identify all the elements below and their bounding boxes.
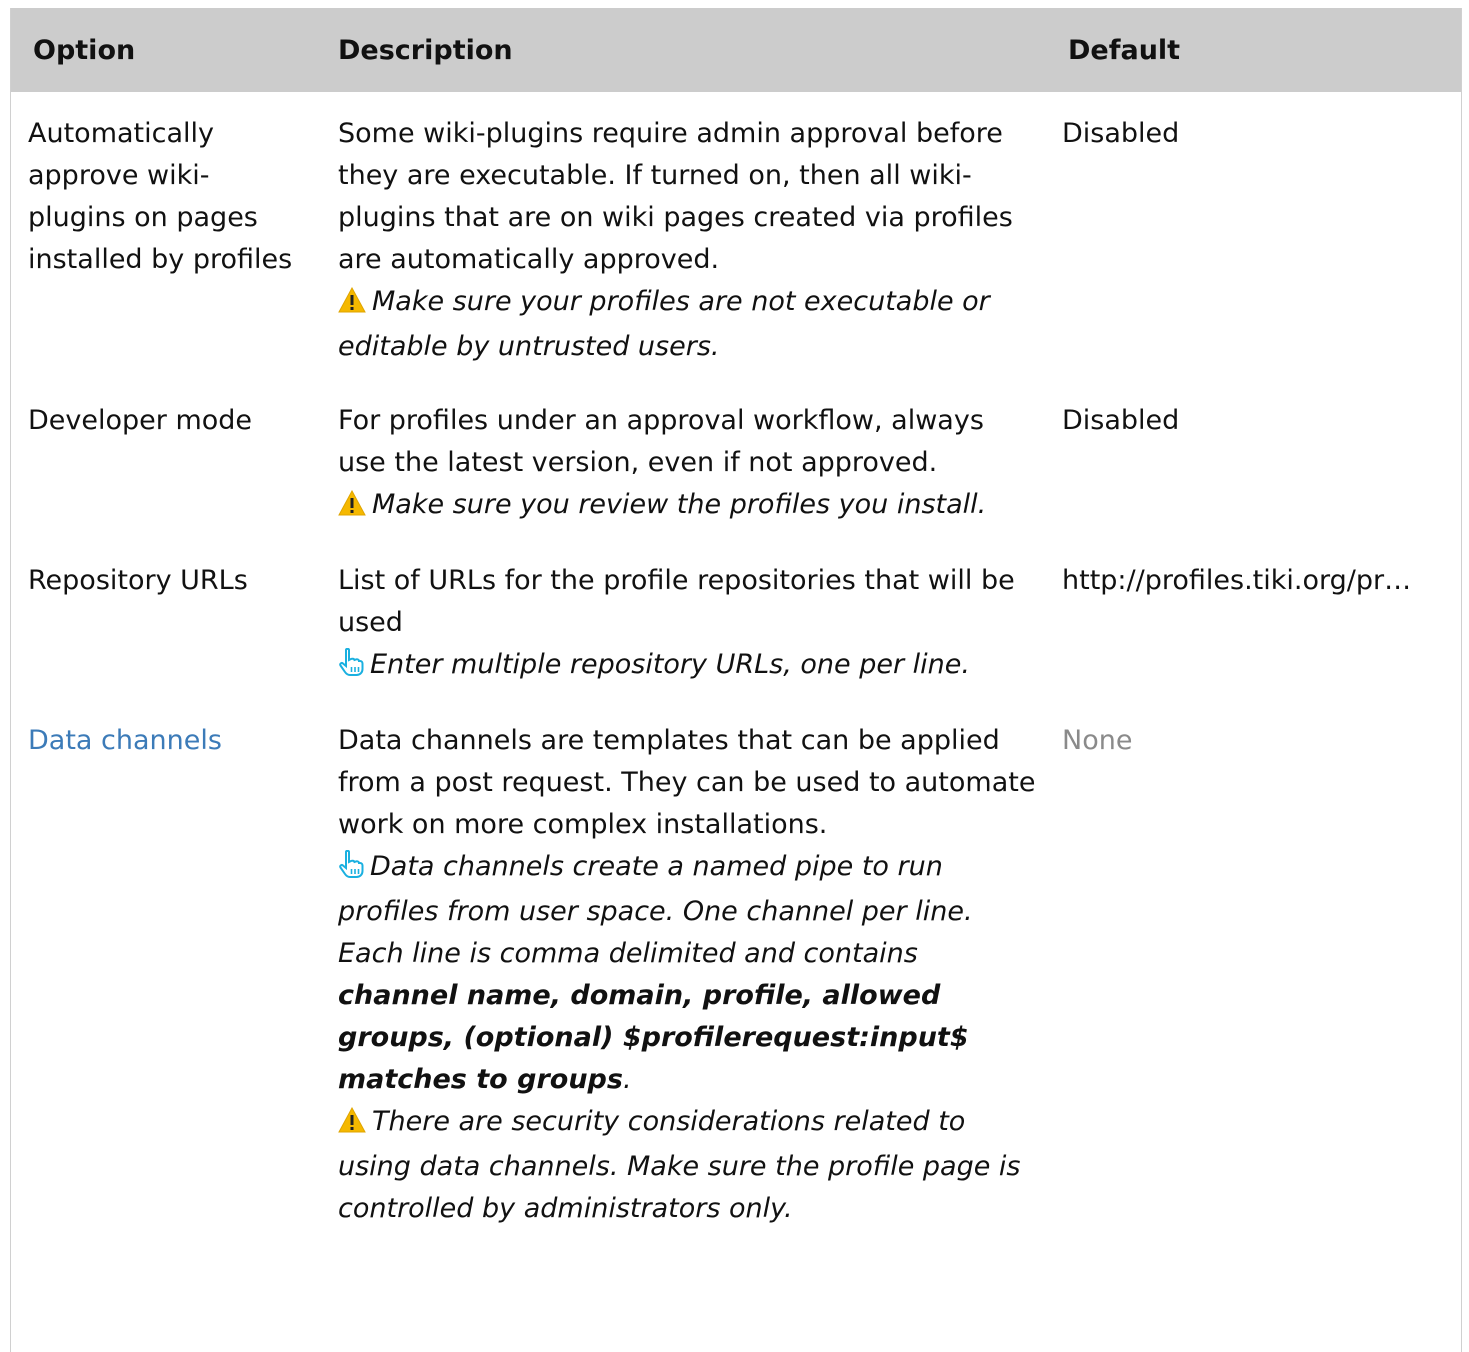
option-description: Data channels are templates that can be … — [338, 725, 1036, 840]
pointing-hand-icon — [338, 647, 364, 689]
option-name: Automatically approve wiki-plugins on pa… — [28, 118, 293, 275]
data-channels-link[interactable]: Data channels — [28, 725, 222, 756]
table-row: Developer mode For profiles under an app… — [11, 400, 1461, 560]
warning-icon — [338, 1104, 366, 1146]
option-name: Developer mode — [28, 405, 253, 436]
options-table-container: Option Description Default Automatically… — [10, 8, 1462, 1352]
option-note-bold: channel name, domain, profile, allowed g… — [338, 980, 969, 1095]
option-default: None — [1062, 725, 1133, 756]
option-note-text: Make sure you review the profiles you in… — [372, 489, 987, 520]
column-header-description[interactable]: Description — [316, 8, 1046, 92]
option-note: Make sure your profiles are not executab… — [338, 281, 1036, 368]
option-note-text: Data channels create a named pipe to run… — [338, 851, 973, 969]
option-name-cell: Data channels — [11, 720, 316, 1230]
option-note-text: Make sure your profiles are not executab… — [338, 286, 990, 362]
table-header-row: Option Description Default — [11, 8, 1461, 92]
option-note-tail: . — [622, 1064, 632, 1095]
table-row: Data channels Data channels are template… — [11, 720, 1461, 1230]
option-note-text: Enter multiple repository URLs, one per … — [370, 649, 970, 680]
warning-icon — [338, 284, 366, 326]
option-note-text: There are security considerations relate… — [338, 1106, 1021, 1224]
option-description: For profiles under an approval workflow,… — [338, 405, 984, 478]
option-description-cell: List of URLs for the profile repositorie… — [316, 560, 1046, 720]
option-note: Make sure you review the profiles you in… — [338, 484, 1036, 529]
option-note: Enter multiple repository URLs, one per … — [338, 644, 1036, 689]
table-row: Automatically approve wiki-plugins on pa… — [11, 92, 1461, 400]
option-note-security: There are security considerations relate… — [338, 1101, 1036, 1230]
warning-icon — [338, 487, 366, 529]
option-note: Data channels create a named pipe to run… — [338, 846, 1036, 1101]
option-name: Repository URLs — [28, 565, 248, 596]
column-header-option[interactable]: Option — [11, 8, 316, 92]
options-table: Option Description Default Automatically… — [11, 8, 1461, 1230]
option-default: Disabled — [1062, 118, 1180, 149]
pointing-hand-icon — [338, 849, 364, 891]
option-description: Some wiki-plugins require admin approval… — [338, 118, 1013, 275]
option-default: Disabled — [1062, 405, 1180, 436]
option-default: http://profiles.tiki.org/pr… — [1062, 565, 1412, 596]
option-description-cell: Data channels are templates that can be … — [316, 720, 1046, 1230]
option-description: List of URLs for the profile repositorie… — [338, 565, 1015, 638]
option-description-cell: For profiles under an approval workflow,… — [316, 400, 1046, 560]
table-row: Repository URLs List of URLs for the pro… — [11, 560, 1461, 720]
option-description-cell: Some wiki-plugins require admin approval… — [316, 92, 1046, 400]
column-header-default[interactable]: Default — [1046, 8, 1461, 92]
